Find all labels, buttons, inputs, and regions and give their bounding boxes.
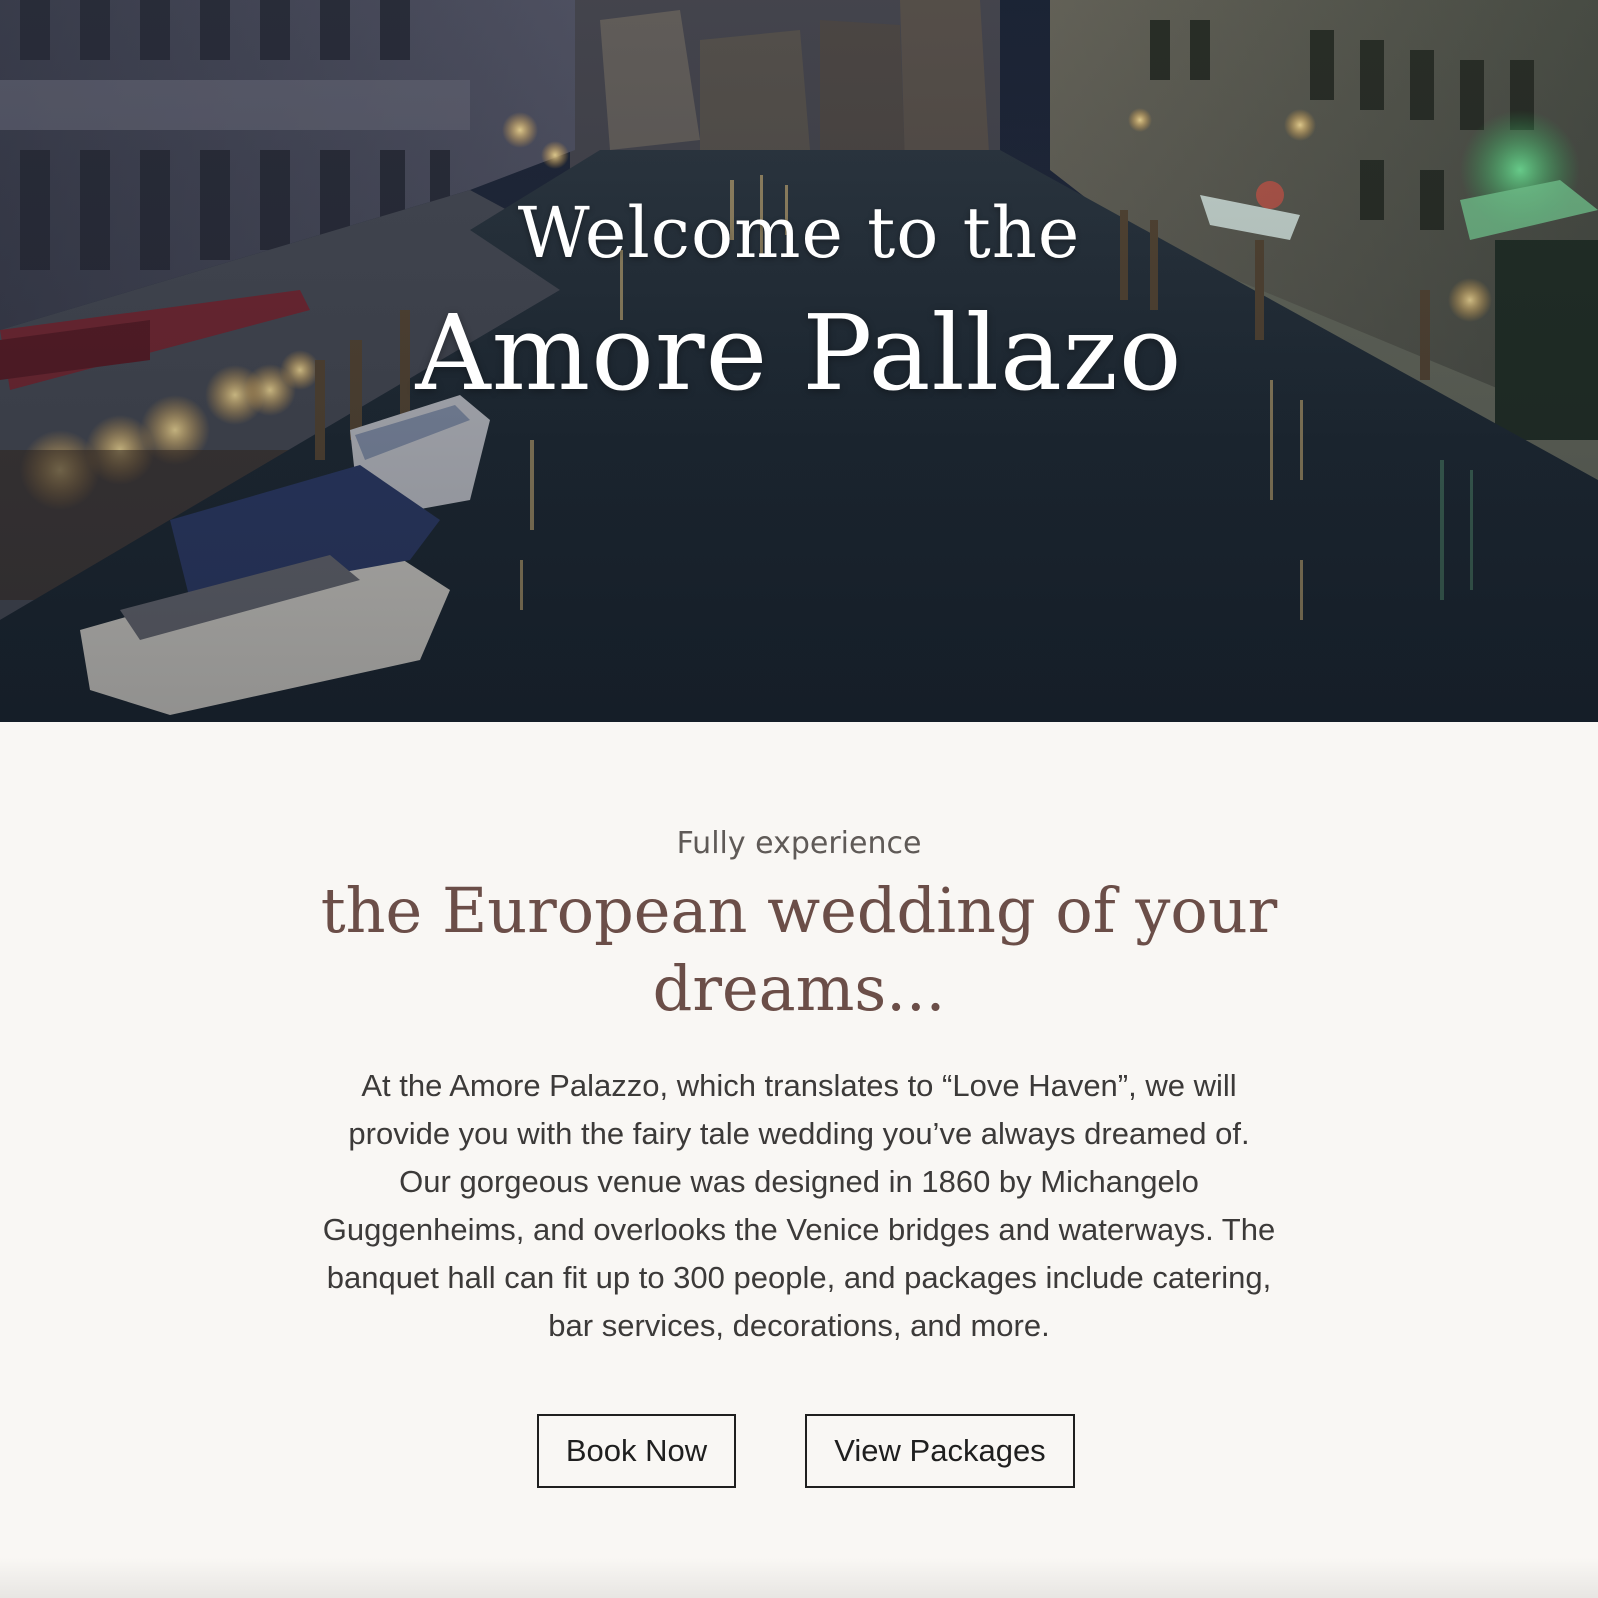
view-packages-button[interactable]: View Packages [805, 1414, 1075, 1488]
intro-eyebrow: Fully experience [676, 826, 922, 861]
intro-headline: the European wedding of your dreams... [320, 874, 1278, 1025]
hero-section: Welcome to the Amore Pallazo [0, 0, 1598, 722]
section-divider-shadow [0, 1558, 1598, 1598]
intro-body-text: At the Amore Palazzo, which translates t… [322, 1068, 1276, 1343]
hero-title: Amore Pallazo [415, 292, 1183, 414]
intro-section: Fully experience the European wedding of… [0, 722, 1598, 1598]
book-now-button[interactable]: Book Now [537, 1414, 736, 1488]
hero-welcome-text: Welcome to the [517, 192, 1081, 274]
